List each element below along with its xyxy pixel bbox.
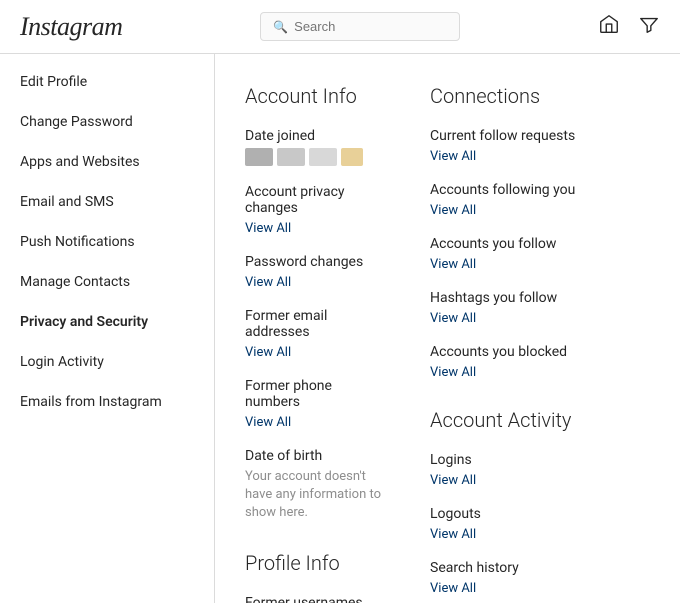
sidebar-item-change-password[interactable]: Change Password (0, 102, 214, 142)
date-bar-seg-1 (245, 148, 273, 166)
account-activity-title: Account Activity (430, 408, 650, 432)
follow-requests-label: Current follow requests (430, 128, 650, 144)
filter-icon[interactable] (638, 13, 660, 40)
content-area: Account Info Date joined Account privacy… (215, 54, 680, 603)
connections-section: Connections Current follow requests View… (430, 84, 650, 380)
search-icon: 🔍 (273, 20, 288, 34)
logo: Instagram (20, 12, 122, 42)
left-column: Account Info Date joined Account privacy… (245, 84, 390, 573)
sidebar-item-manage-contacts[interactable]: Manage Contacts (0, 262, 214, 302)
hashtags-follow-item: Hashtags you follow View All (430, 290, 650, 326)
you-follow-label: Accounts you follow (430, 236, 650, 252)
date-bar-seg-2 (277, 148, 305, 166)
date-joined-item: Date joined (245, 128, 390, 166)
following-you-label: Accounts following you (430, 182, 650, 198)
account-activity-section: Account Activity Logins View All Logouts… (430, 408, 650, 596)
header-icons (598, 13, 660, 40)
sidebar-item-emails-instagram[interactable]: Emails from Instagram (0, 382, 214, 422)
sidebar-item-login-activity[interactable]: Login Activity (0, 342, 214, 382)
sidebar-item-privacy-security[interactable]: Privacy and Security (0, 302, 214, 342)
logouts-label: Logouts (430, 506, 650, 522)
account-info-title: Account Info (245, 84, 390, 108)
follow-requests-link[interactable]: View All (430, 149, 476, 164)
date-bar-seg-4 (341, 148, 363, 166)
former-phones-link[interactable]: View All (245, 415, 291, 430)
former-usernames-item: Former usernames View All (245, 595, 390, 603)
main-layout: Edit Profile Change Password Apps and We… (0, 54, 680, 603)
accounts-blocked-link[interactable]: View All (430, 365, 476, 380)
following-you-link[interactable]: View All (430, 203, 476, 218)
former-emails-item: Former email addresses View All (245, 308, 390, 360)
connections-title: Connections (430, 84, 650, 108)
search-bar[interactable]: 🔍 (260, 12, 460, 41)
accounts-blocked-item: Accounts you blocked View All (430, 344, 650, 380)
sidebar: Edit Profile Change Password Apps and We… (0, 54, 215, 603)
sidebar-item-push-notifications[interactable]: Push Notifications (0, 222, 214, 262)
following-you-item: Accounts following you View All (430, 182, 650, 218)
date-joined-label: Date joined (245, 128, 390, 144)
sidebar-item-edit-profile[interactable]: Edit Profile (0, 62, 214, 102)
you-follow-item: Accounts you follow View All (430, 236, 650, 272)
date-of-birth-desc: Your account doesn't have any informatio… (245, 468, 390, 523)
logouts-link[interactable]: View All (430, 527, 476, 542)
header: Instagram 🔍 (0, 0, 680, 54)
logins-item: Logins View All (430, 452, 650, 488)
follow-requests-item: Current follow requests View All (430, 128, 650, 164)
password-changes-label: Password changes (245, 254, 390, 270)
search-history-link[interactable]: View All (430, 581, 476, 596)
profile-info-title: Profile Info (245, 551, 390, 575)
hashtags-follow-link[interactable]: View All (430, 311, 476, 326)
hashtags-follow-label: Hashtags you follow (430, 290, 650, 306)
former-emails-link[interactable]: View All (245, 345, 291, 360)
search-history-label: Search history (430, 560, 650, 576)
date-of-birth-label: Date of birth (245, 448, 390, 464)
sidebar-item-apps-websites[interactable]: Apps and Websites (0, 142, 214, 182)
search-history-item: Search history View All (430, 560, 650, 596)
search-input[interactable] (294, 19, 447, 34)
you-follow-link[interactable]: View All (430, 257, 476, 272)
account-privacy-changes-item: Account privacy changes View All (245, 184, 390, 236)
right-column: Connections Current follow requests View… (430, 84, 650, 573)
password-changes-link[interactable]: View All (245, 275, 291, 290)
date-of-birth-item: Date of birth Your account doesn't have … (245, 448, 390, 523)
logins-label: Logins (430, 452, 650, 468)
account-privacy-changes-link[interactable]: View All (245, 221, 291, 236)
former-phones-label: Former phone numbers (245, 378, 390, 410)
logouts-item: Logouts View All (430, 506, 650, 542)
former-emails-label: Former email addresses (245, 308, 390, 340)
logins-link[interactable]: View All (430, 473, 476, 488)
date-bar-seg-3 (309, 148, 337, 166)
sidebar-item-email-sms[interactable]: Email and SMS (0, 182, 214, 222)
date-bar (245, 148, 390, 166)
account-privacy-changes-label: Account privacy changes (245, 184, 390, 216)
password-changes-item: Password changes View All (245, 254, 390, 290)
profile-info-section: Profile Info Former usernames View All F… (245, 551, 390, 603)
home-icon[interactable] (598, 13, 620, 40)
accounts-blocked-label: Accounts you blocked (430, 344, 650, 360)
former-usernames-label: Former usernames (245, 595, 390, 603)
former-phones-item: Former phone numbers View All (245, 378, 390, 430)
